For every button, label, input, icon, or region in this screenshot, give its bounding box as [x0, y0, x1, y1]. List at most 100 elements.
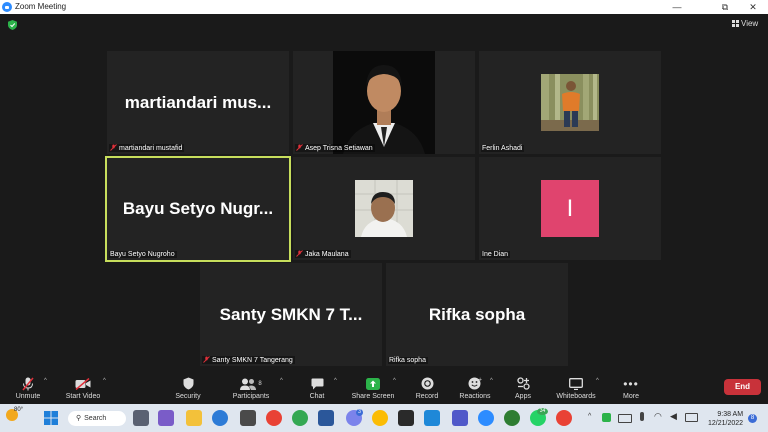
participant-name-label: Ferlin Ashadi: [481, 145, 525, 152]
close-button[interactable]: ✕: [740, 0, 766, 14]
more-dots-icon: •••: [623, 376, 639, 391]
share-options-caret[interactable]: ^: [393, 378, 396, 384]
more-button[interactable]: ••• More: [618, 376, 644, 401]
record-label: Record: [415, 393, 439, 400]
participant-big-name: Bayu Setyo Nugr...: [122, 199, 274, 218]
muted-mic-icon: [296, 250, 303, 257]
audio-options-caret[interactable]: ^: [44, 378, 47, 384]
participant-avatar: I: [541, 180, 599, 237]
unmute-button[interactable]: Unmute: [10, 376, 46, 400]
android-studio-icon[interactable]: [504, 410, 520, 426]
participant-tile[interactable]: Jaka Maulana: [293, 157, 475, 260]
chat-options-caret[interactable]: ^: [334, 378, 337, 384]
apps-label: Apps: [515, 393, 531, 400]
volume-icon[interactable]: ◀: [670, 411, 677, 422]
record-icon: [421, 377, 433, 390]
participant-name-label: Asep Trisna Setiawan: [295, 144, 375, 152]
terminal-icon[interactable]: [398, 410, 414, 426]
chat-label: Chat: [309, 393, 325, 400]
whiteboards-options-caret[interactable]: ^: [596, 378, 599, 384]
title-bar: Zoom Meeting — ⧉ ✕: [0, 0, 768, 14]
meeting-toolbar: Unmute ^ Start Video ^ Security 8 Partic…: [0, 374, 768, 404]
shield-icon: [183, 377, 193, 390]
security-shield-icon[interactable]: [8, 20, 17, 30]
windows-taskbar: 80° ⚲ Search 3 34 ^ ◠ ◀ 9:38 AM 12/21/202…: [0, 404, 768, 432]
muted-mic-icon: [296, 144, 303, 151]
chrome-icon[interactable]: [266, 410, 282, 426]
reactions-button[interactable]: + Reactions: [456, 376, 494, 400]
chat-button[interactable]: Chat: [304, 376, 330, 400]
participants-icon: [240, 378, 257, 390]
share-screen-button[interactable]: Share Screen: [350, 376, 396, 400]
keyboard-icon[interactable]: [618, 414, 632, 423]
search-icon: ⚲: [76, 415, 82, 422]
file-explorer-icon[interactable]: [186, 410, 202, 426]
participant-big-name: martiandari mus...: [124, 92, 272, 112]
clock-date: 12/21/2022: [708, 420, 744, 427]
windows-start-icon[interactable]: [44, 411, 58, 425]
participant-photo: [541, 74, 599, 131]
reactions-options-caret[interactable]: ^: [490, 378, 493, 384]
whiteboards-label: Whiteboards: [556, 393, 596, 400]
participants-options-caret[interactable]: ^: [280, 378, 283, 384]
teams-icon[interactable]: [452, 410, 468, 426]
participant-tile[interactable]: Asep Trisna Setiawan: [293, 51, 475, 154]
edge-browser-icon[interactable]: [212, 410, 228, 426]
active-speaker-tile[interactable]: Bayu Setyo Nugr... Bayu Setyo Nugroho: [105, 156, 291, 262]
wifi-icon[interactable]: ◠: [654, 411, 662, 422]
vscode-icon[interactable]: [424, 410, 440, 426]
notification-badge: 3: [356, 409, 363, 416]
participant-count: 8: [258, 380, 262, 387]
store-icon[interactable]: [240, 410, 256, 426]
view-label: View: [741, 19, 759, 28]
tray-app-icon[interactable]: [602, 413, 611, 422]
chrome-profile-3-icon[interactable]: [556, 410, 572, 426]
taskbar-search[interactable]: ⚲ Search: [68, 411, 126, 426]
microphone-icon[interactable]: [640, 412, 644, 421]
record-button[interactable]: Record: [412, 376, 442, 400]
participant-name-label: Bayu Setyo Nugroho: [109, 251, 177, 258]
task-view-icon[interactable]: [133, 410, 149, 426]
participant-big-name: Santy SMKN 7 T...: [219, 304, 363, 324]
participant-tile[interactable]: martiandari mus... martiandari mustafid: [107, 51, 289, 154]
video-options-caret[interactable]: ^: [103, 378, 106, 384]
security-button[interactable]: Security: [170, 376, 206, 400]
share-screen-icon: [366, 377, 380, 390]
view-button[interactable]: View: [732, 19, 758, 28]
zoom-logo-icon: [2, 2, 12, 12]
minimize-button[interactable]: —: [664, 0, 690, 14]
taskbar-clock[interactable]: 9:38 AM 12/21/2022: [708, 410, 743, 428]
participant-big-name: Rifka sopha: [428, 304, 526, 324]
chrome-profile-icon[interactable]: [292, 410, 308, 426]
svg-text:+: +: [478, 377, 482, 383]
search-label: Search: [84, 415, 107, 422]
start-video-label: Start Video: [65, 393, 101, 400]
participant-tile[interactable]: Rifka sopha Rifka sopha: [386, 263, 568, 366]
participant-name-label: Santy SMKN 7 Tangerang: [202, 356, 295, 364]
participant-tile[interactable]: Santy SMKN 7 T... Santy SMKN 7 Tangerang: [200, 263, 382, 366]
end-meeting-button[interactable]: End: [724, 379, 761, 395]
participant-name-label: Rifka sopha: [388, 357, 428, 364]
security-label: Security: [175, 393, 201, 400]
muted-mic-icon: [203, 356, 210, 363]
participant-name-label: martiandari mustafid: [109, 144, 185, 152]
maximize-button[interactable]: ⧉: [712, 0, 738, 14]
unmute-label: Unmute: [15, 393, 41, 400]
word-icon[interactable]: [318, 410, 334, 426]
video-off-icon: [75, 377, 91, 390]
battery-icon[interactable]: [685, 413, 698, 422]
participant-tile[interactable]: Ferlin Ashadi: [479, 51, 661, 154]
window-title: Zoom Meeting: [15, 2, 67, 11]
teams-chat-icon[interactable]: [158, 410, 174, 426]
participant-tile[interactable]: I Ine Dian: [479, 157, 661, 260]
notification-count-badge[interactable]: 8: [748, 414, 757, 423]
whiteboard-icon: [569, 377, 583, 390]
whiteboards-button[interactable]: Whiteboards: [552, 376, 600, 400]
zoom-app-icon[interactable]: [478, 410, 494, 426]
chrome-profile-2-icon[interactable]: [372, 410, 388, 426]
participants-button[interactable]: 8 Participants: [230, 376, 272, 400]
start-video-button[interactable]: Start Video: [60, 376, 106, 400]
apps-icon: [516, 377, 530, 390]
tray-overflow-icon[interactable]: ^: [588, 413, 591, 420]
apps-button[interactable]: Apps: [510, 376, 536, 400]
